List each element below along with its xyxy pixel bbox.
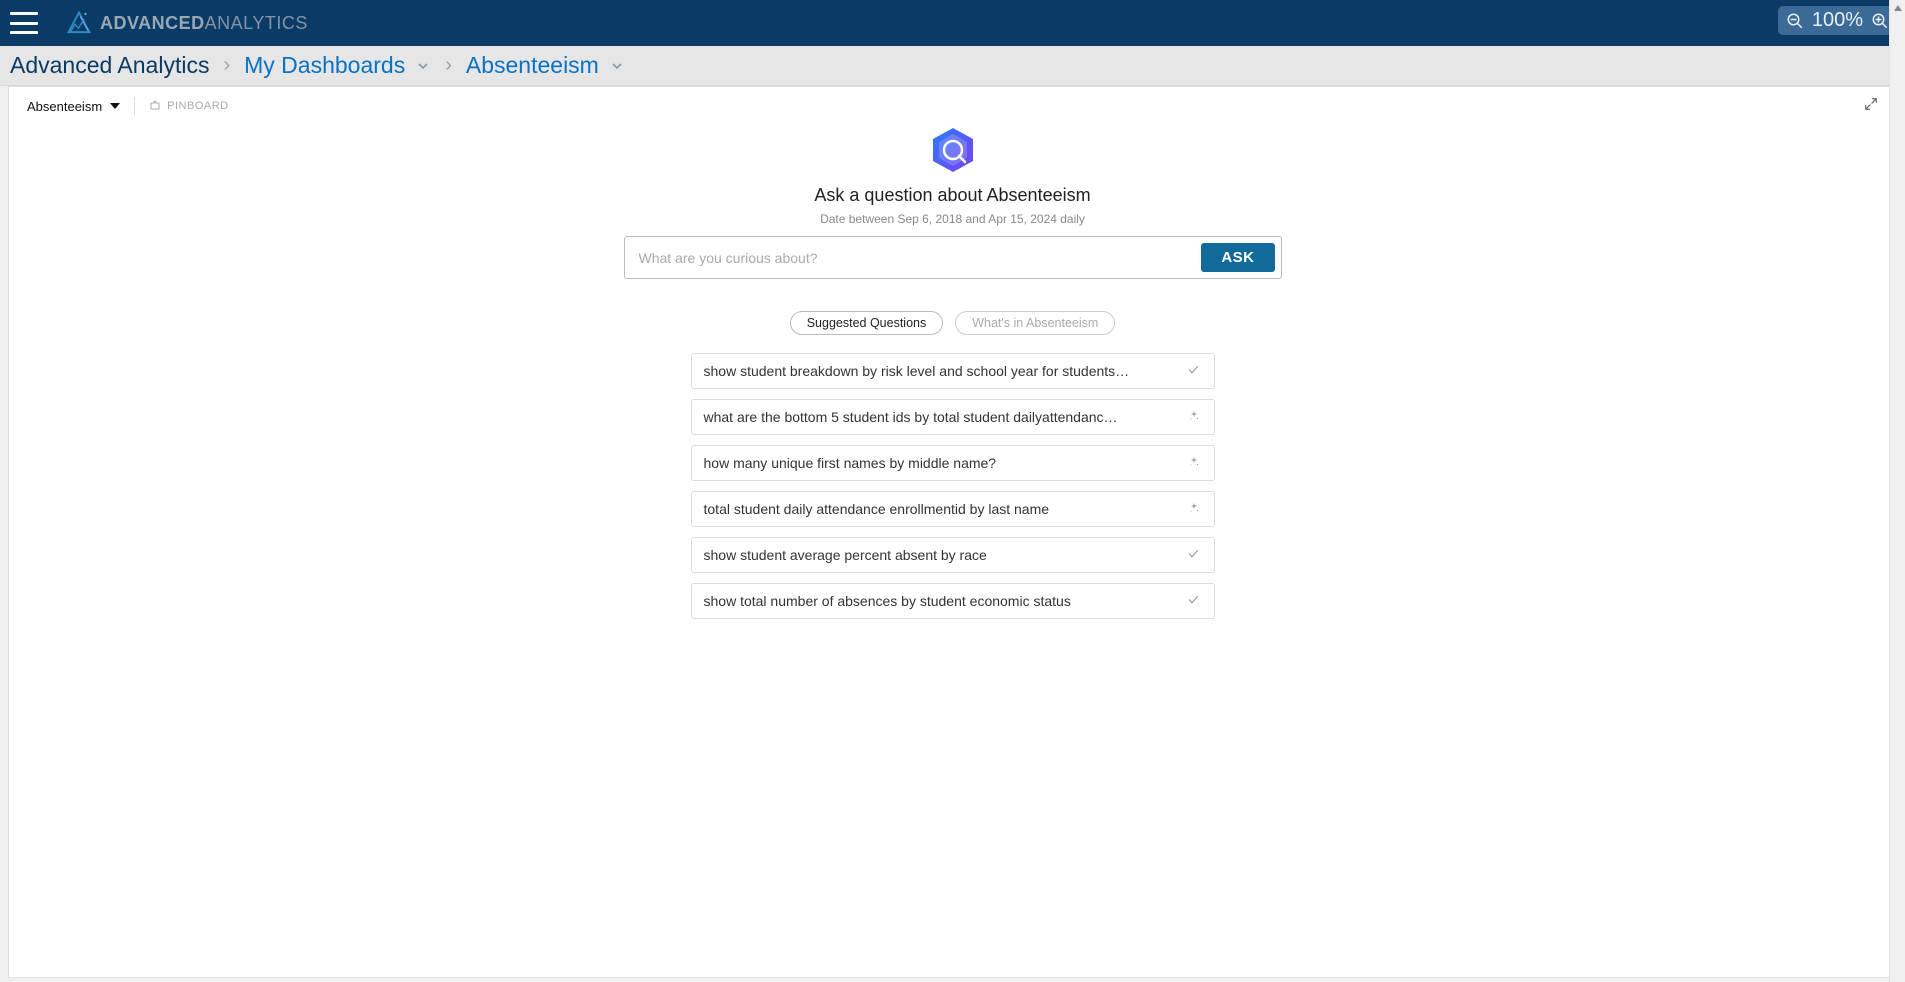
suggestion-item[interactable]: show total number of absences by student… (691, 583, 1215, 619)
expand-icon[interactable] (1864, 97, 1878, 116)
tab-suggested-questions[interactable]: Suggested Questions (790, 311, 944, 335)
suggestion-text: show total number of absences by student… (704, 593, 1071, 609)
brand-text: ADVANCEDANALYTICS (100, 13, 308, 34)
scrollbar[interactable] (1889, 0, 1905, 982)
content-panel: Absenteeism PINBOARD (8, 86, 1897, 978)
panel-toolbar: Absenteeism PINBOARD (9, 87, 1896, 125)
sparkle-icon (1186, 502, 1202, 517)
app-header: ADVANCEDANALYTICS 100% (0, 0, 1905, 46)
chevron-down-icon[interactable] (415, 58, 431, 74)
suggestion-text: how many unique first names by middle na… (704, 455, 997, 471)
date-subtitle: Date between Sep 6, 2018 and Apr 15, 202… (820, 212, 1085, 226)
sparkle-icon (1186, 456, 1202, 471)
check-icon (1186, 593, 1202, 609)
search-bar: ASK (624, 236, 1282, 279)
zoom-level: 100% (1812, 9, 1863, 32)
breadcrumb: Advanced Analytics › My Dashboards › Abs… (0, 46, 1905, 86)
zoom-out-icon[interactable] (1786, 12, 1804, 30)
suggestion-list: show student breakdown by risk level and… (691, 353, 1215, 619)
zoom-control: 100% (1778, 6, 1897, 35)
search-input[interactable] (631, 244, 1202, 272)
suggestion-text: total student daily attendance enrollmen… (704, 501, 1050, 517)
brand-logo-block[interactable]: ADVANCEDANALYTICS (66, 10, 308, 36)
suggestion-item[interactable]: show student average percent absent by r… (691, 537, 1215, 573)
pinboard-icon (149, 100, 161, 112)
chevron-right-icon: › (443, 54, 454, 77)
brand-triangle-icon (66, 10, 92, 36)
zoom-in-icon[interactable] (1871, 12, 1889, 30)
suggestion-item[interactable]: show student breakdown by risk level and… (691, 353, 1215, 389)
suggestion-item[interactable]: total student daily attendance enrollmen… (691, 491, 1215, 527)
ask-title: Ask a question about Absenteeism (814, 185, 1090, 206)
suggestion-text: show student breakdown by risk level and… (704, 363, 1130, 379)
q-hexagon-icon (928, 125, 978, 175)
ask-button[interactable]: ASK (1201, 243, 1274, 272)
caret-down-icon (110, 103, 120, 109)
sparkle-icon (1186, 410, 1202, 425)
suggestion-text: show student average percent absent by r… (704, 547, 987, 563)
ask-section: Ask a question about Absenteeism Date be… (9, 125, 1896, 619)
breadcrumb-root[interactable]: Advanced Analytics (10, 52, 209, 79)
chevron-right-icon: › (221, 54, 232, 77)
suggestion-text: what are the bottom 5 student ids by tot… (704, 409, 1118, 425)
suggestion-item[interactable]: what are the bottom 5 student ids by tot… (691, 399, 1215, 435)
chevron-down-icon[interactable] (609, 58, 625, 74)
suggestion-item[interactable]: how many unique first names by middle na… (691, 445, 1215, 481)
breadcrumb-dashboards[interactable]: My Dashboards (244, 52, 431, 79)
tab-whats-in[interactable]: What's in Absenteeism (955, 311, 1115, 335)
scroll-up-icon[interactable] (1890, 0, 1905, 16)
divider (134, 97, 135, 115)
tab-row: Suggested Questions What's in Absenteeis… (790, 311, 1116, 335)
menu-icon[interactable] (10, 12, 38, 34)
check-icon (1186, 363, 1202, 379)
check-icon (1186, 547, 1202, 563)
pinboard-button[interactable]: PINBOARD (149, 100, 228, 112)
breadcrumb-absenteeism[interactable]: Absenteeism (466, 52, 625, 79)
topic-dropdown[interactable]: Absenteeism (27, 99, 120, 114)
